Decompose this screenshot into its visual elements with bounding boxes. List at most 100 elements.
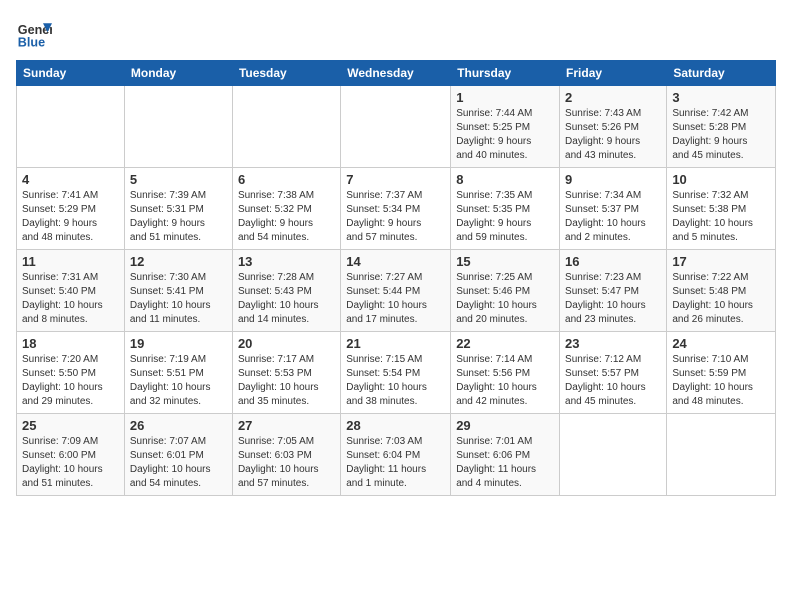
day-info: Sunrise: 7:17 AM Sunset: 5:53 PM Dayligh… <box>238 353 335 409</box>
calendar-cell: 27 Sunrise: 7:05 AM Sunset: 6:03 PM Dayli… <box>232 414 340 496</box>
day-info: Sunrise: 7:25 AM Sunset: 5:46 PM Dayligh… <box>456 271 554 327</box>
calendar-cell: 26Sunrise: 7:07 AM Sunset: 6:01 PM Dayli… <box>124 414 232 496</box>
day-number: 28 <box>346 418 445 433</box>
calendar-cell: 24 Sunrise: 7:10 AM Sunset: 5:59 PM Dayli… <box>667 332 776 414</box>
day-number: 17 <box>672 254 770 269</box>
week-row-1: 1 Sunrise: 7:44 AM Sunset: 5:25 PM Daylig… <box>17 86 776 168</box>
day-number: 11 <box>22 254 119 269</box>
calendar-cell: 5 Sunrise: 7:39 AM Sunset: 5:31 PM Daylig… <box>124 168 232 250</box>
calendar-cell: 7 Sunrise: 7:37 AM Sunset: 5:34 PM Daylig… <box>341 168 451 250</box>
day-info: Sunrise: 7:09 AM Sunset: 6:00 PM Dayligh… <box>22 435 119 491</box>
day-number: 9 <box>565 172 661 187</box>
day-info: Sunrise: 7:38 AM Sunset: 5:32 PM Dayligh… <box>238 189 335 245</box>
calendar-header-row: SundayMondayTuesdayWednesdayThursdayFrid… <box>17 61 776 86</box>
day-info: Sunrise: 7:07 AM Sunset: 6:01 PM Dayligh… <box>130 435 227 491</box>
day-number: 6 <box>238 172 335 187</box>
day-info: Sunrise: 7:22 AM Sunset: 5:48 PM Dayligh… <box>672 271 770 327</box>
day-number: 2 <box>565 90 661 105</box>
day-number: 23 <box>565 336 661 351</box>
day-info: Sunrise: 7:20 AM Sunset: 5:50 PM Dayligh… <box>22 353 119 409</box>
day-number: 5 <box>130 172 227 187</box>
calendar-cell: 2Sunrise: 7:43 AM Sunset: 5:26 PM Daylig… <box>560 86 667 168</box>
calendar-cell: 16 Sunrise: 7:23 AM Sunset: 5:47 PM Dayli… <box>560 250 667 332</box>
day-number: 25 <box>22 418 119 433</box>
day-info: Sunrise: 7:12 AM Sunset: 5:57 PM Dayligh… <box>565 353 661 409</box>
day-number: 24 <box>672 336 770 351</box>
calendar-cell: 19Sunrise: 7:19 AM Sunset: 5:51 PM Dayli… <box>124 332 232 414</box>
day-number: 19 <box>130 336 227 351</box>
day-number: 14 <box>346 254 445 269</box>
day-number: 10 <box>672 172 770 187</box>
logo-icon: General Blue <box>16 16 52 52</box>
header-wednesday: Wednesday <box>341 61 451 86</box>
day-number: 4 <box>22 172 119 187</box>
day-number: 16 <box>565 254 661 269</box>
day-info: Sunrise: 7:14 AM Sunset: 5:56 PM Dayligh… <box>456 353 554 409</box>
day-info: Sunrise: 7:30 AM Sunset: 5:41 PM Dayligh… <box>130 271 227 327</box>
day-number: 15 <box>456 254 554 269</box>
day-number: 12 <box>130 254 227 269</box>
calendar-cell: 12 Sunrise: 7:30 AM Sunset: 5:41 PM Dayli… <box>124 250 232 332</box>
calendar-cell: 14Sunrise: 7:27 AM Sunset: 5:44 PM Dayli… <box>341 250 451 332</box>
day-number: 20 <box>238 336 335 351</box>
day-info: Sunrise: 7:34 AM Sunset: 5:37 PM Dayligh… <box>565 189 661 245</box>
calendar-cell <box>341 86 451 168</box>
day-info: Sunrise: 7:35 AM Sunset: 5:35 PM Dayligh… <box>456 189 554 245</box>
day-info: Sunrise: 7:37 AM Sunset: 5:34 PM Dayligh… <box>346 189 445 245</box>
day-info: Sunrise: 7:23 AM Sunset: 5:47 PM Dayligh… <box>565 271 661 327</box>
day-info: Sunrise: 7:31 AM Sunset: 5:40 PM Dayligh… <box>22 271 119 327</box>
calendar-cell: 18Sunrise: 7:20 AM Sunset: 5:50 PM Dayli… <box>17 332 125 414</box>
calendar-cell: 22 Sunrise: 7:14 AM Sunset: 5:56 PM Dayli… <box>451 332 560 414</box>
calendar-cell: 9 Sunrise: 7:34 AM Sunset: 5:37 PM Daylig… <box>560 168 667 250</box>
calendar-cell: 6 Sunrise: 7:38 AM Sunset: 5:32 PM Daylig… <box>232 168 340 250</box>
day-number: 1 <box>456 90 554 105</box>
calendar-cell: 15 Sunrise: 7:25 AM Sunset: 5:46 PM Dayli… <box>451 250 560 332</box>
day-info: Sunrise: 7:44 AM Sunset: 5:25 PM Dayligh… <box>456 107 554 163</box>
calendar-cell: 1 Sunrise: 7:44 AM Sunset: 5:25 PM Daylig… <box>451 86 560 168</box>
week-row-4: 18Sunrise: 7:20 AM Sunset: 5:50 PM Dayli… <box>17 332 776 414</box>
day-number: 22 <box>456 336 554 351</box>
calendar-cell: 23 Sunrise: 7:12 AM Sunset: 5:57 PM Dayli… <box>560 332 667 414</box>
day-number: 7 <box>346 172 445 187</box>
calendar-cell: 28Sunrise: 7:03 AM Sunset: 6:04 PM Dayli… <box>341 414 451 496</box>
calendar-cell: 11 Sunrise: 7:31 AM Sunset: 5:40 PM Dayli… <box>17 250 125 332</box>
header-monday: Monday <box>124 61 232 86</box>
day-number: 29 <box>456 418 554 433</box>
calendar-cell: 13 Sunrise: 7:28 AM Sunset: 5:43 PM Dayli… <box>232 250 340 332</box>
day-info: Sunrise: 7:05 AM Sunset: 6:03 PM Dayligh… <box>238 435 335 491</box>
calendar-cell: 29 Sunrise: 7:01 AM Sunset: 6:06 PM Dayli… <box>451 414 560 496</box>
calendar-cell: 3Sunrise: 7:42 AM Sunset: 5:28 PM Daylig… <box>667 86 776 168</box>
calendar-cell: 17 Sunrise: 7:22 AM Sunset: 5:48 PM Dayli… <box>667 250 776 332</box>
day-number: 21 <box>346 336 445 351</box>
day-info: Sunrise: 7:41 AM Sunset: 5:29 PM Dayligh… <box>22 189 119 245</box>
day-number: 13 <box>238 254 335 269</box>
calendar-cell: 21 Sunrise: 7:15 AM Sunset: 5:54 PM Dayli… <box>341 332 451 414</box>
day-info: Sunrise: 7:10 AM Sunset: 5:59 PM Dayligh… <box>672 353 770 409</box>
header-tuesday: Tuesday <box>232 61 340 86</box>
calendar-cell <box>17 86 125 168</box>
header-thursday: Thursday <box>451 61 560 86</box>
calendar-table: SundayMondayTuesdayWednesdayThursdayFrid… <box>16 60 776 496</box>
calendar-cell: 10 Sunrise: 7:32 AM Sunset: 5:38 PM Dayli… <box>667 168 776 250</box>
week-row-2: 4 Sunrise: 7:41 AM Sunset: 5:29 PM Daylig… <box>17 168 776 250</box>
calendar-cell <box>560 414 667 496</box>
day-info: Sunrise: 7:32 AM Sunset: 5:38 PM Dayligh… <box>672 189 770 245</box>
week-row-3: 11 Sunrise: 7:31 AM Sunset: 5:40 PM Dayli… <box>17 250 776 332</box>
day-info: Sunrise: 7:15 AM Sunset: 5:54 PM Dayligh… <box>346 353 445 409</box>
week-row-5: 25 Sunrise: 7:09 AM Sunset: 6:00 PM Dayli… <box>17 414 776 496</box>
day-info: Sunrise: 7:01 AM Sunset: 6:06 PM Dayligh… <box>456 435 554 491</box>
day-info: Sunrise: 7:28 AM Sunset: 5:43 PM Dayligh… <box>238 271 335 327</box>
calendar-cell: 20 Sunrise: 7:17 AM Sunset: 5:53 PM Dayli… <box>232 332 340 414</box>
calendar-cell: 25 Sunrise: 7:09 AM Sunset: 6:00 PM Dayli… <box>17 414 125 496</box>
calendar-cell <box>124 86 232 168</box>
calendar-cell <box>667 414 776 496</box>
day-number: 27 <box>238 418 335 433</box>
svg-text:Blue: Blue <box>18 36 45 50</box>
calendar-cell: 8Sunrise: 7:35 AM Sunset: 5:35 PM Daylig… <box>451 168 560 250</box>
header-friday: Friday <box>560 61 667 86</box>
logo: General Blue <box>16 16 52 52</box>
header-saturday: Saturday <box>667 61 776 86</box>
day-info: Sunrise: 7:39 AM Sunset: 5:31 PM Dayligh… <box>130 189 227 245</box>
calendar-cell: 4 Sunrise: 7:41 AM Sunset: 5:29 PM Daylig… <box>17 168 125 250</box>
day-info: Sunrise: 7:42 AM Sunset: 5:28 PM Dayligh… <box>672 107 770 163</box>
